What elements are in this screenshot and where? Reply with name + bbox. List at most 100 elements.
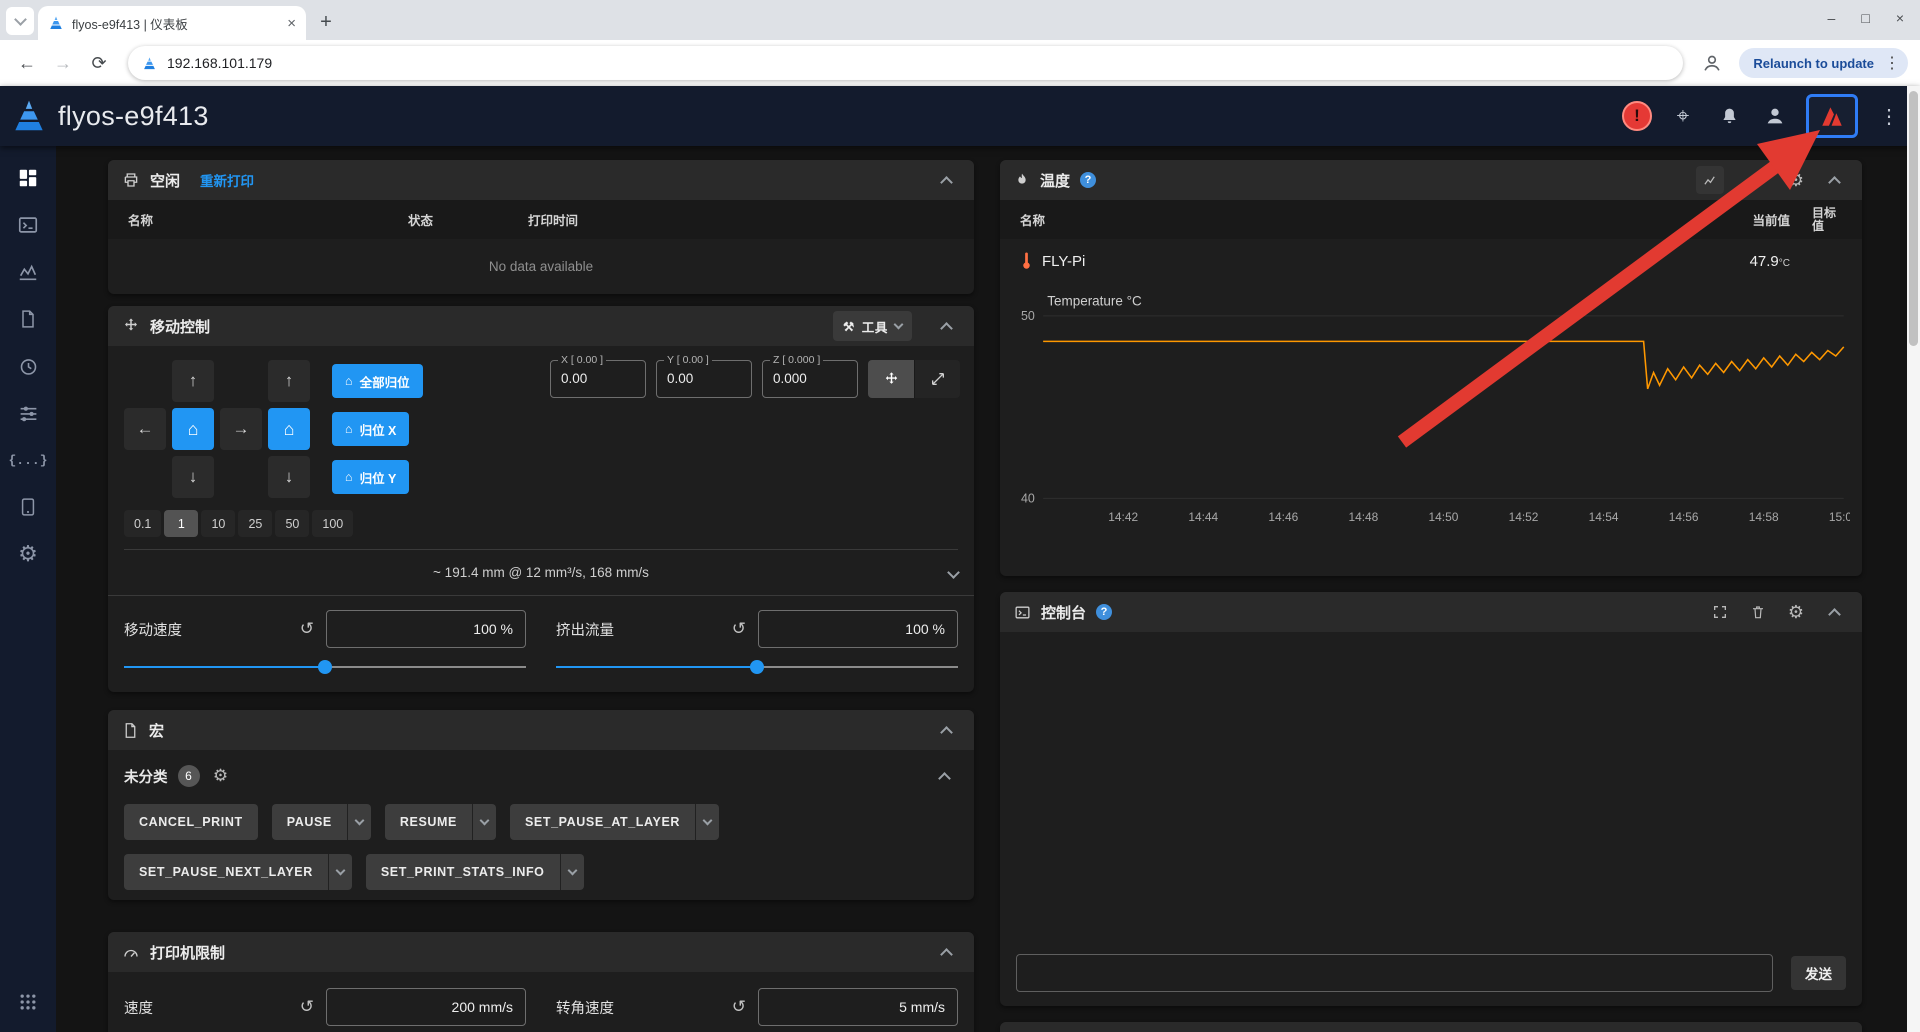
macro-dropdown-caret[interactable] xyxy=(328,854,352,890)
reset-icon[interactable]: ↺ xyxy=(300,997,314,1017)
step-10-button[interactable]: 10 xyxy=(201,510,235,537)
jog-x-minus-button[interactable]: ← xyxy=(124,408,166,450)
reset-icon[interactable]: ↺ xyxy=(300,619,314,639)
diagonal-move-mode-button[interactable] xyxy=(914,360,960,398)
collapse-panel-button[interactable] xyxy=(932,938,960,966)
kebab-menu-icon[interactable]: ⋮ xyxy=(1882,53,1902,73)
sidebar-item-gcode-files[interactable] xyxy=(8,299,48,339)
jog-y-plus-button[interactable]: ↑ xyxy=(172,360,214,402)
notifications-bell-icon[interactable] xyxy=(1714,101,1744,131)
collapse-panel-button[interactable] xyxy=(932,166,960,194)
reprint-link[interactable]: 重新打印 xyxy=(200,170,254,190)
flow-factor-slider[interactable] xyxy=(556,658,958,676)
z-position-field[interactable]: Z [ 0.000 ] 0.000 xyxy=(762,360,858,398)
sidebar-item-tune[interactable] xyxy=(8,393,48,433)
step-25-button[interactable]: 25 xyxy=(238,510,272,537)
console-output[interactable] xyxy=(1000,632,1862,954)
send-button[interactable]: 发送 xyxy=(1791,956,1846,990)
home-z-button[interactable]: ⌂ xyxy=(268,408,310,450)
macro-dropdown-caret[interactable] xyxy=(347,804,371,840)
macro-pause-button[interactable]: PAUSE xyxy=(272,804,371,840)
temperature-row-fly-pi[interactable]: FLY-Pi 47.9°C xyxy=(1000,239,1862,283)
cross-move-mode-button[interactable] xyxy=(868,360,914,398)
speed-factor-input[interactable] xyxy=(326,610,526,648)
corner-velocity-input[interactable] xyxy=(758,988,958,1026)
reload-button[interactable]: ⟳ xyxy=(84,48,114,78)
step-1-button[interactable]: 1 xyxy=(164,510,198,537)
collapse-panel-button[interactable] xyxy=(932,716,960,744)
slider-thumb[interactable] xyxy=(750,660,764,674)
tab-close-icon[interactable]: × xyxy=(287,16,296,31)
gear-icon[interactable]: ⚙ xyxy=(1782,598,1810,626)
user-account-icon[interactable] xyxy=(1760,101,1790,131)
reset-icon[interactable]: ↺ xyxy=(732,997,746,1017)
window-minimize-button[interactable]: – xyxy=(1828,10,1836,26)
macro-set-pause-at-layer-button[interactable]: SET_PAUSE_AT_LAYER xyxy=(510,804,719,840)
forward-button[interactable]: → xyxy=(48,48,78,78)
slider-thumb[interactable] xyxy=(318,660,332,674)
help-icon[interactable]: ? xyxy=(1096,604,1112,620)
macro-resume-button[interactable]: RESUME xyxy=(385,804,496,840)
jog-x-plus-button[interactable]: → xyxy=(220,408,262,450)
macro-dropdown-caret[interactable] xyxy=(472,804,496,840)
extrusion-estimate-row[interactable]: ~ 191.4 mm @ 12 mm³/s, 168 mm/s xyxy=(108,550,974,596)
sidebar-item-machine[interactable] xyxy=(8,487,48,527)
macro-set-print-stats-info-button[interactable]: SET_PRINT_STATS_INFO xyxy=(366,854,584,890)
address-bar[interactable]: 192.168.101.179 xyxy=(128,46,1683,80)
sidebar-item-macros[interactable]: {...} xyxy=(8,440,48,480)
step-50-button[interactable]: 50 xyxy=(275,510,309,537)
jog-z-minus-button[interactable]: ↓ xyxy=(268,456,310,498)
step-0.1-button[interactable]: 0.1 xyxy=(124,510,161,537)
relaunch-button[interactable]: Relaunch to update ⋮ xyxy=(1739,48,1908,78)
sidebar-item-settings[interactable]: ⚙ xyxy=(8,534,48,574)
y-position-field[interactable]: Y [ 0.00 ] 0.00 xyxy=(656,360,752,398)
console-input[interactable] xyxy=(1016,954,1773,992)
sidebar-item-dashboard[interactable] xyxy=(8,158,48,198)
browser-tab[interactable]: flyos-e9f413 | 仪表板 × xyxy=(38,6,306,40)
window-maximize-button[interactable]: □ xyxy=(1861,10,1869,26)
tools-dropdown-button[interactable]: ⚒ 工具 xyxy=(833,311,912,341)
help-icon[interactable]: ? xyxy=(1080,172,1096,188)
macro-cancel-print-button[interactable]: CANCEL_PRINT xyxy=(124,804,258,840)
sidebar-item-history[interactable] xyxy=(8,346,48,386)
chart-settings-button[interactable] xyxy=(1696,166,1724,194)
locate-icon[interactable]: ⌖ xyxy=(1668,101,1698,131)
speed-factor-slider[interactable] xyxy=(124,658,526,676)
fullscreen-icon[interactable] xyxy=(1706,598,1734,626)
step-100-button[interactable]: 100 xyxy=(312,510,353,537)
macro-dropdown-caret[interactable] xyxy=(560,854,584,890)
sidebar-item-apps[interactable] xyxy=(8,982,48,1022)
home-all-button[interactable]: ⌂ 全部归位 xyxy=(332,364,423,398)
back-button[interactable]: ← xyxy=(12,48,42,78)
collapse-panel-button[interactable] xyxy=(932,312,960,340)
home-xy-button[interactable]: ⌂ xyxy=(172,408,214,450)
collapse-panel-button[interactable] xyxy=(1820,166,1848,194)
velocity-limit-input[interactable] xyxy=(326,988,526,1026)
collapse-group-button[interactable] xyxy=(930,762,958,790)
home-x-button[interactable]: ⌂ 归位 X xyxy=(332,412,409,446)
page-scrollbar[interactable] xyxy=(1907,86,1920,1032)
sidebar-item-heightmap[interactable] xyxy=(8,252,48,292)
reset-icon[interactable]: ↺ xyxy=(732,619,746,639)
sidebar-item-console[interactable] xyxy=(8,205,48,245)
collapse-panel-button[interactable] xyxy=(1820,598,1848,626)
home-y-button[interactable]: ⌂ 归位 Y xyxy=(332,460,409,494)
gear-icon[interactable]: ⚙ xyxy=(210,762,232,790)
jog-z-plus-button[interactable]: ↑ xyxy=(268,360,310,402)
scrollbar-thumb[interactable] xyxy=(1909,91,1918,346)
emergency-stop-button[interactable]: ! xyxy=(1622,101,1652,131)
profile-button[interactable] xyxy=(1697,48,1727,78)
fly-logo-button-highlighted[interactable] xyxy=(1806,94,1858,138)
column-print-time: 打印时间 xyxy=(528,210,578,229)
gear-icon[interactable]: ⚙ xyxy=(1782,166,1810,194)
x-position-field[interactable]: X [ 0.00 ] 0.00 xyxy=(550,360,646,398)
window-close-button[interactable]: × xyxy=(1896,10,1904,26)
trash-icon[interactable] xyxy=(1744,598,1772,626)
tab-search-button[interactable] xyxy=(6,7,34,35)
flow-factor-input[interactable] xyxy=(758,610,958,648)
overflow-menu-icon[interactable]: ⋮ xyxy=(1874,101,1904,131)
macro-dropdown-caret[interactable] xyxy=(695,804,719,840)
new-tab-button[interactable]: + xyxy=(312,8,340,36)
jog-y-minus-button[interactable]: ↓ xyxy=(172,456,214,498)
macro-set-pause-next-layer-button[interactable]: SET_PAUSE_NEXT_LAYER xyxy=(124,854,352,890)
